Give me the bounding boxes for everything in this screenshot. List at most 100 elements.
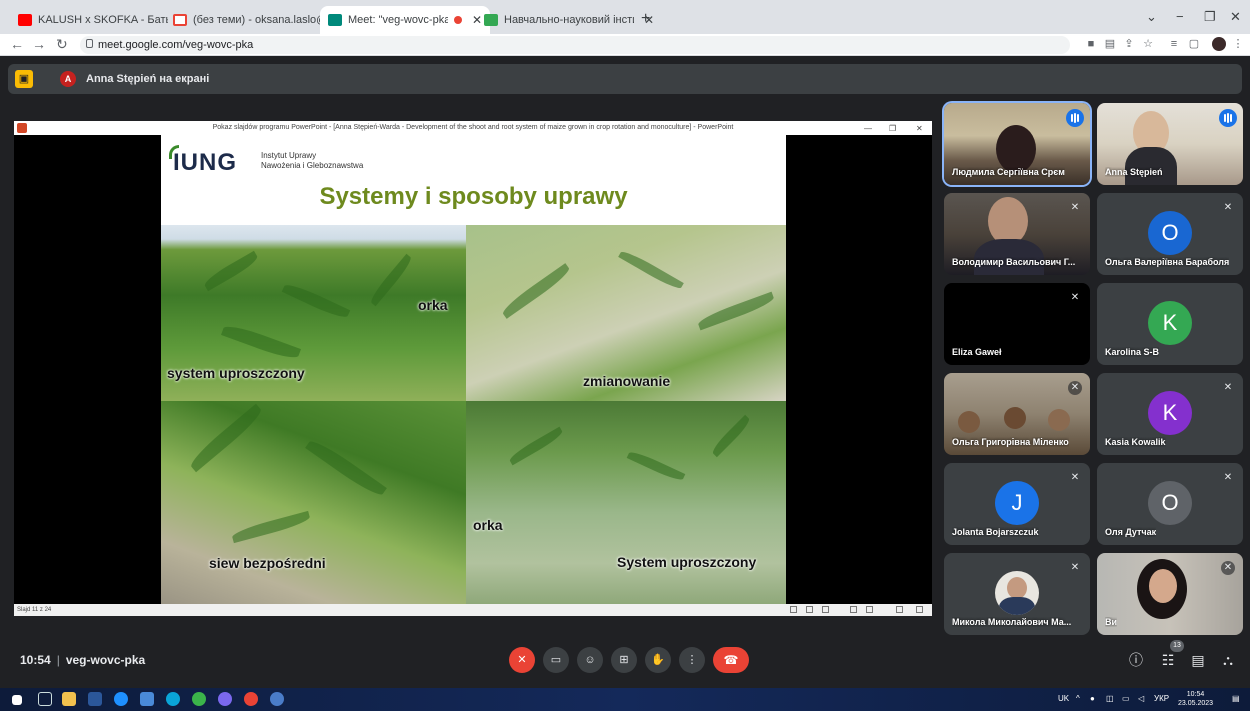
more-options-button[interactable]: ⋮ [679,647,705,673]
leave-call-button[interactable]: ☎ [713,647,749,673]
chat-button[interactable]: ▤ [1188,650,1208,670]
info-icon: ⓘ [1129,652,1143,668]
participant-tile[interactable]: Anna Stępień [1097,103,1243,185]
store-icon[interactable] [140,692,154,706]
avatar [995,571,1039,615]
tray-volume-icon[interactable]: ◁ [1138,694,1144,703]
restore-button[interactable]: ❐ [1204,9,1216,25]
participant-tile[interactable]: ✕ Ольга Григорівна Міленко [944,373,1090,455]
tray-network-icon[interactable]: ◫ [1106,694,1114,703]
slide-counter: Slajd 11 z 24 [17,607,52,613]
presenter-label: Anna Stępień на екрані [86,73,210,85]
new-tab-button[interactable]: + [641,10,650,28]
camera-in-use-icon[interactable]: ■ [1085,38,1097,50]
translate-icon[interactable]: ▤ [1104,38,1116,50]
close-icon: ✕ [916,124,923,133]
participant-tile[interactable]: K ✕ Kasia Kowalik [1097,373,1243,455]
hang-up-icon: ☎ [723,653,739,667]
tray-mic-icon[interactable]: ● [1090,694,1095,703]
iung-logo: IUNG [173,149,237,176]
reactions-button[interactable]: ☺ [577,647,603,673]
label-orka-bottom: orka [473,517,503,533]
mic-off-icon: ✕ [1223,382,1233,393]
side-panel-icon[interactable]: ▢ [1188,38,1200,50]
mic-off-icon: ✕ [1068,381,1082,395]
slideshow-icon [916,606,923,613]
chrome-icon[interactable] [244,692,258,706]
participant-name: Людмила Сергіївна Срєм [952,167,1065,177]
address-bar[interactable]: meet.google.com/veg-wovc-pka [80,36,1070,54]
participant-name: Микола Миколайович Ма... [952,617,1072,627]
file-explorer-icon[interactable] [62,692,76,706]
reload-icon[interactable]: ↻ [56,36,68,53]
edge-icon[interactable] [114,692,128,706]
tray-battery-icon[interactable]: ▭ [1122,694,1130,703]
word-icon[interactable] [88,692,102,706]
slide-title: Systemy i sposoby uprawy [319,183,628,210]
menu-kebab-icon[interactable]: ⋮ [1232,38,1244,50]
participant-name: Kasia Kowalik [1105,437,1166,447]
tab-meet[interactable]: Meet: "veg-wovc-pka" ✕ [320,6,491,34]
lock-icon [86,39,93,48]
viber-icon[interactable] [218,692,232,706]
participant-tile[interactable]: K Karolina S-B [1097,283,1243,365]
camera-toggle-button[interactable]: ▭ [543,647,569,673]
input-language[interactable]: UK [1058,694,1069,703]
powerpoint-status-bar: Slajd 11 z 24 [14,604,932,616]
reading-list-icon[interactable]: ≡ [1168,38,1180,50]
participant-tile-self[interactable]: ✕ Ви [1097,553,1243,635]
forward-icon[interactable]: → [32,36,46,52]
notifications-icon[interactable]: ▤ [1232,694,1240,703]
mic-toggle-button[interactable]: ✕ [509,647,535,673]
next-slide-icon [822,606,829,613]
meeting-code: veg-wovc-pka [65,653,146,667]
meet-icon [328,14,342,26]
meeting-details-button[interactable]: ⓘ [1126,650,1146,670]
keyboard-layout[interactable]: УКР [1154,694,1169,703]
raise-hand-button[interactable]: ✋ [645,647,671,673]
tab-title: Meet: "veg-wovc-pka" [348,14,448,26]
photo-siew-bezposredni [161,401,466,604]
participant-tile[interactable]: ✕ Eliza Gaweł [944,283,1090,365]
participant-tile[interactable]: J ✕ Jolanta Bojarszczuk [944,463,1090,545]
windows-start-icon[interactable] [12,695,22,705]
participant-tile[interactable]: O ✕ Оля Дутчак [1097,463,1243,545]
normal-view-icon [850,606,857,613]
close-window-button[interactable]: ✕ [1230,9,1241,25]
tab-institute[interactable]: Навчально-науковий інститут а ✕ [476,6,662,34]
recording-icon [454,16,462,24]
more-vert-icon: ⋮ [686,654,698,666]
participant-name: Eliza Gaweł [952,347,1002,357]
participant-tile[interactable]: ✕ Микола Миколайович Ма... [944,553,1090,635]
back-icon[interactable]: ← [10,36,24,52]
participant-tile[interactable]: ✕ Володимир Васильович Г... [944,193,1090,275]
mic-off-icon: ✕ [1070,562,1080,573]
share-icon[interactable]: ⇪ [1123,38,1135,50]
minimize-button[interactable]: − [1176,9,1184,24]
avatar: J [995,481,1039,525]
taskbar-clock[interactable]: 10:54 23.05.2023 [1178,690,1213,708]
people-icon: ☷ [1161,652,1175,668]
camera-icon: ▭ [550,654,562,666]
tab-search-icon[interactable]: ⌄ [1146,9,1157,25]
participant-name: Ольга Валеріївна Бараболя [1105,257,1230,267]
profile-avatar[interactable] [1212,37,1226,51]
tray-chevron-icon[interactable]: ^ [1076,694,1080,703]
bookmark-star-icon[interactable]: ☆ [1142,38,1154,50]
present-screen-icon[interactable]: ▣ [15,70,33,88]
activities-button[interactable]: ⛬ [1218,650,1238,670]
edge-browser-icon[interactable] [166,692,180,706]
participant-tile[interactable]: Людмила Сергіївна Срєм [944,103,1090,185]
meeting-info: 10:54 | veg-wovc-pka [20,653,146,667]
presenting-banner: ▣ A Anna Stępień на екрані [8,64,1242,94]
emoji-icon: ☺ [584,654,596,666]
participant-tile[interactable]: O ✕ Ольга Валеріївна Бараболя [1097,193,1243,275]
present-button[interactable]: ⊞ [611,647,637,673]
people-button[interactable]: ☷ [1158,650,1178,670]
app-icon-2[interactable] [270,692,284,706]
reading-view-icon [896,606,903,613]
participant-name: Ольга Григорівна Міленко [952,437,1069,447]
app-icon[interactable] [192,692,206,706]
task-view-icon[interactable] [38,692,52,706]
mic-off-icon: ✕ [1223,472,1233,483]
